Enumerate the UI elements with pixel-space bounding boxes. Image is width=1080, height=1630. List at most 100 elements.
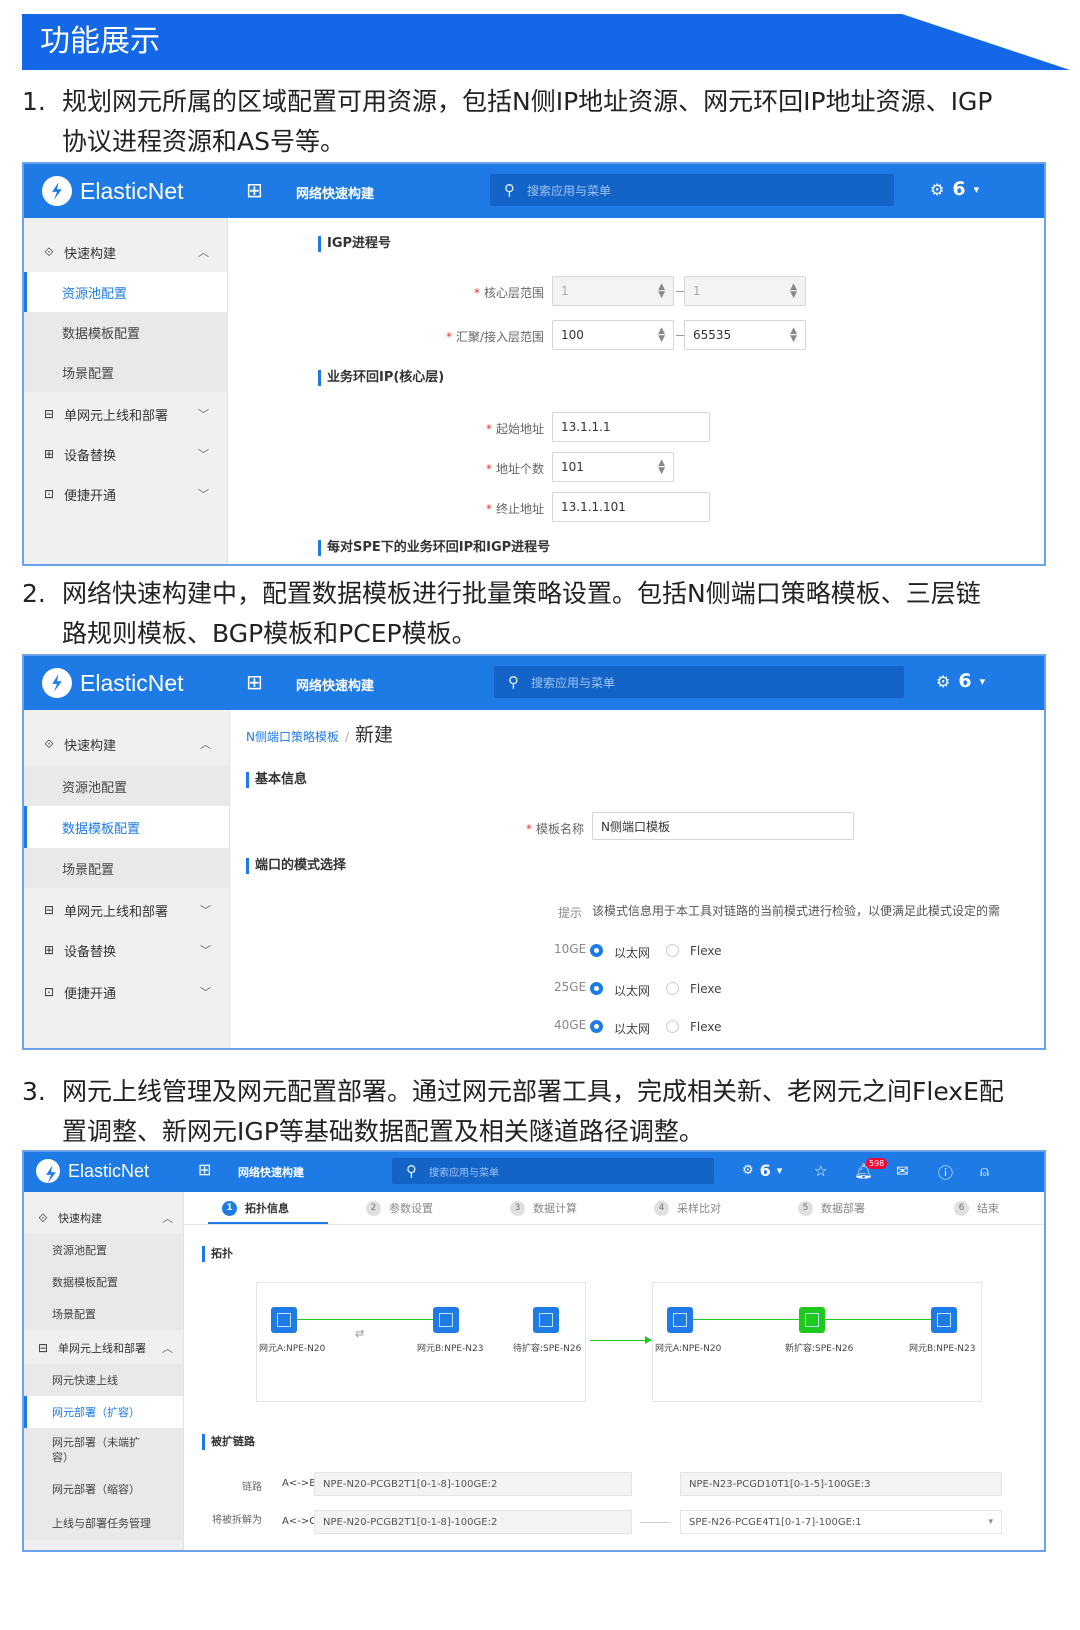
sidebar-item-single-ne[interactable]: ⊟ 单网元上线和部署 ︿ [24, 1332, 183, 1364]
sidebar-item-quick-build[interactable]: ⟐ 快速构建 ︿ [24, 1202, 183, 1234]
apps-grid-icon[interactable]: ⊞ [246, 178, 263, 202]
chevron-down-icon: ▾ [979, 674, 986, 688]
settings-icon: ⚙ [930, 179, 945, 199]
stepper-icon: ▲ ▼ [658, 458, 665, 476]
node-label: 网元A:NPE-N20 [655, 1344, 722, 1354]
step-sample[interactable]: 4 采样比对 [654, 1200, 721, 1216]
radio-ethernet[interactable] [590, 1020, 603, 1033]
search-input[interactable]: ⚲ 搜索应用与菜单 [392, 1158, 714, 1184]
search-icon: ⚲ [508, 673, 519, 691]
item-number: 1. [22, 87, 46, 116]
split-a-field[interactable]: NPE-N20-PCGB2T1[0-1-8]-100GE:2 [314, 1510, 632, 1534]
sidebar-item-ne-deploy-expand[interactable]: 网元部署（扩容） [24, 1396, 183, 1428]
radio-ethernet[interactable] [590, 982, 603, 995]
start-addr-input[interactable]: 13.1.1.1 [552, 412, 710, 442]
step-finish[interactable]: 6 结束 [954, 1200, 999, 1216]
help-icon[interactable]: ⓘ [938, 1162, 953, 1183]
nav-title[interactable]: 网络快速构建 [296, 675, 374, 694]
env-switcher[interactable]: ⚙ 6 ▾ [936, 670, 985, 692]
star-icon[interactable]: ☆ [814, 1162, 827, 1180]
sidebar-item-easy-open[interactable]: ⊡ 便捷开通 ﹀ [24, 972, 229, 1012]
sidebar-item-device-replace[interactable]: ⊞ 设备替换 ﹀ [24, 434, 227, 474]
template-name-input[interactable]: N侧端口模板 [592, 812, 854, 840]
section-port-mode: 端口的模式选择 [246, 858, 346, 874]
step-topology[interactable]: 1 拓扑信息 [222, 1200, 289, 1216]
sidebar-item-ne-fast-online[interactable]: 网元快速上线 [24, 1364, 183, 1396]
agg-range-from-input[interactable]: 100 ▲ ▼ [552, 320, 674, 350]
sidebar-item-resource-pool[interactable]: 资源池配置 [24, 1234, 183, 1266]
sidebar-item-resource-pool[interactable]: 资源池配置 [24, 766, 229, 806]
ne-icon: ⊟ [43, 903, 55, 917]
node-label: 网元A:NPE-N20 [259, 1344, 326, 1354]
feature-text-1: 1. 规划网元所属的区域配置可用资源，包括N侧IP地址资源、网元环回IP地址资源、… [22, 82, 1052, 162]
core-range-to-input[interactable]: 1 ▲ ▼ [684, 276, 806, 306]
sidebar-item-single-ne[interactable]: ⊟ 单网元上线和部署 ﹀ [24, 890, 229, 930]
sidebar-item-scene[interactable]: 场景配置 [24, 1298, 183, 1330]
radio-flexe[interactable] [666, 1020, 679, 1033]
radio-flexe[interactable] [666, 944, 679, 957]
agg-range-to-input[interactable]: 65535 ▲ ▼ [684, 320, 806, 350]
router-new-icon[interactable] [799, 1307, 825, 1333]
stepper-icon: ▲ ▼ [790, 326, 797, 344]
sidebar-item-scene[interactable]: 场景配置 [24, 848, 229, 888]
apps-grid-icon[interactable]: ⊞ [246, 670, 263, 694]
router-icon[interactable] [667, 1307, 693, 1333]
start-addr-label: * 起始地址 [485, 422, 544, 436]
mail-icon[interactable]: ✉ [896, 1162, 909, 1180]
ne-icon: ⊟ [37, 1341, 49, 1355]
logo-icon [36, 1159, 60, 1183]
end-addr-input[interactable]: 13.1.1.101 [552, 492, 710, 522]
radio-ethernet[interactable] [590, 944, 603, 957]
sidebar-item-ne-deploy-unexpand[interactable]: 网元部署（未端扩容） [24, 1428, 183, 1472]
link-b-field[interactable]: NPE-N23-PCGD10T1[0-1-5]-100GE:3 [680, 1472, 1002, 1496]
app-logo: ElasticNet [42, 176, 184, 206]
nav-title[interactable]: 网络快速构建 [296, 183, 374, 202]
router-icon[interactable] [931, 1307, 957, 1333]
ne-icon: ⊟ [43, 407, 55, 421]
sidebar-item-data-template[interactable]: 数据模板配置 [24, 312, 227, 352]
sidebar-item-task-mgmt[interactable]: 上线与部署任务管理 [24, 1506, 183, 1540]
env-switcher[interactable]: ⚙ 6 ▾ [930, 178, 979, 200]
enter-icon: ⊡ [43, 985, 55, 999]
step-params[interactable]: 2 参数设置 [366, 1200, 433, 1216]
stepper-icon: ▲ ▼ [658, 326, 665, 344]
router-icon[interactable] [271, 1307, 297, 1333]
nav-title[interactable]: 网络快速构建 [238, 1164, 304, 1180]
node-label: 网元B:NPE-N23 [417, 1344, 484, 1354]
sidebar-item-easy-open[interactable]: ⊡ 便捷开通 ﹀ [24, 474, 227, 514]
sidebar-item-quick-build[interactable]: ⟐ 快速构建 ︿ [24, 232, 227, 272]
swap-icon: ⇄ [355, 1327, 365, 1340]
router-icon[interactable] [433, 1307, 459, 1333]
user-icon[interactable]: ⍝ [980, 1162, 989, 1180]
feature-text-2: 2. 网络快速构建中，配置数据模板进行批量策略设置。包括N侧端口策略模板、三层链 … [22, 574, 1052, 654]
addr-count-input[interactable]: 101 ▲ ▼ [552, 452, 674, 482]
radio-flexe[interactable] [666, 982, 679, 995]
chevron-down-icon: ﹀ [198, 488, 209, 501]
section-topology: 拓扑 [202, 1246, 233, 1262]
search-input[interactable]: ⚲ 搜索应用与菜单 [490, 174, 894, 206]
sidebar-item-scene[interactable]: 场景配置 [24, 352, 227, 392]
chevron-up-icon: ︿ [162, 1342, 173, 1355]
sidebar-item-single-ne[interactable]: ⊟ 单网元上线和部署 ﹀ [24, 394, 227, 434]
app-logo: ElasticNet [36, 1159, 149, 1183]
link-a-field[interactable]: NPE-N20-PCGB2T1[0-1-8]-100GE:2 [314, 1472, 632, 1496]
sidebar-item-ne-deploy-shrink[interactable]: 网元部署（缩容） [24, 1472, 183, 1506]
sidebar-item-device-replace[interactable]: ⊞ 设备替换 ﹀ [24, 930, 229, 970]
sidebar-item-data-template[interactable]: 数据模板配置 [24, 806, 229, 848]
chevron-down-icon: ﹀ [198, 448, 209, 461]
option-ethernet-label: 以太网 [614, 946, 651, 960]
sidebar-item-quick-build[interactable]: ⟐ 快速构建 ︿ [24, 724, 229, 764]
step-deploy[interactable]: 5 数据部署 [798, 1200, 865, 1216]
breadcrumb-parent[interactable]: N侧端口策略模板 [246, 730, 339, 744]
search-input[interactable]: ⚲ 搜索应用与菜单 [494, 666, 904, 698]
sidebar-item-data-template[interactable]: 数据模板配置 [24, 1266, 183, 1298]
core-range-from-input[interactable]: 1 ▲ ▼ [552, 276, 674, 306]
app-topbar: ElasticNet ⊞ 网络快速构建 ⚲ 搜索应用与菜单 ⚙ 6 ▾ ☆ 🔔︎ 59… [24, 1152, 1044, 1192]
sidebar-item-resource-pool[interactable]: 资源池配置 [24, 272, 227, 312]
router-icon[interactable] [533, 1307, 559, 1333]
split-b-select[interactable]: SPE-N26-PCGE4T1[0-1-7]-100GE:1 ▾ [680, 1510, 1002, 1534]
apps-grid-icon[interactable]: ⊞ [198, 1160, 211, 1179]
step-compute[interactable]: 3 数据计算 [510, 1200, 577, 1216]
split-row-label: 将被拆解为 [212, 1515, 262, 1526]
env-switcher[interactable]: ⚙ 6 ▾ [742, 1161, 782, 1180]
